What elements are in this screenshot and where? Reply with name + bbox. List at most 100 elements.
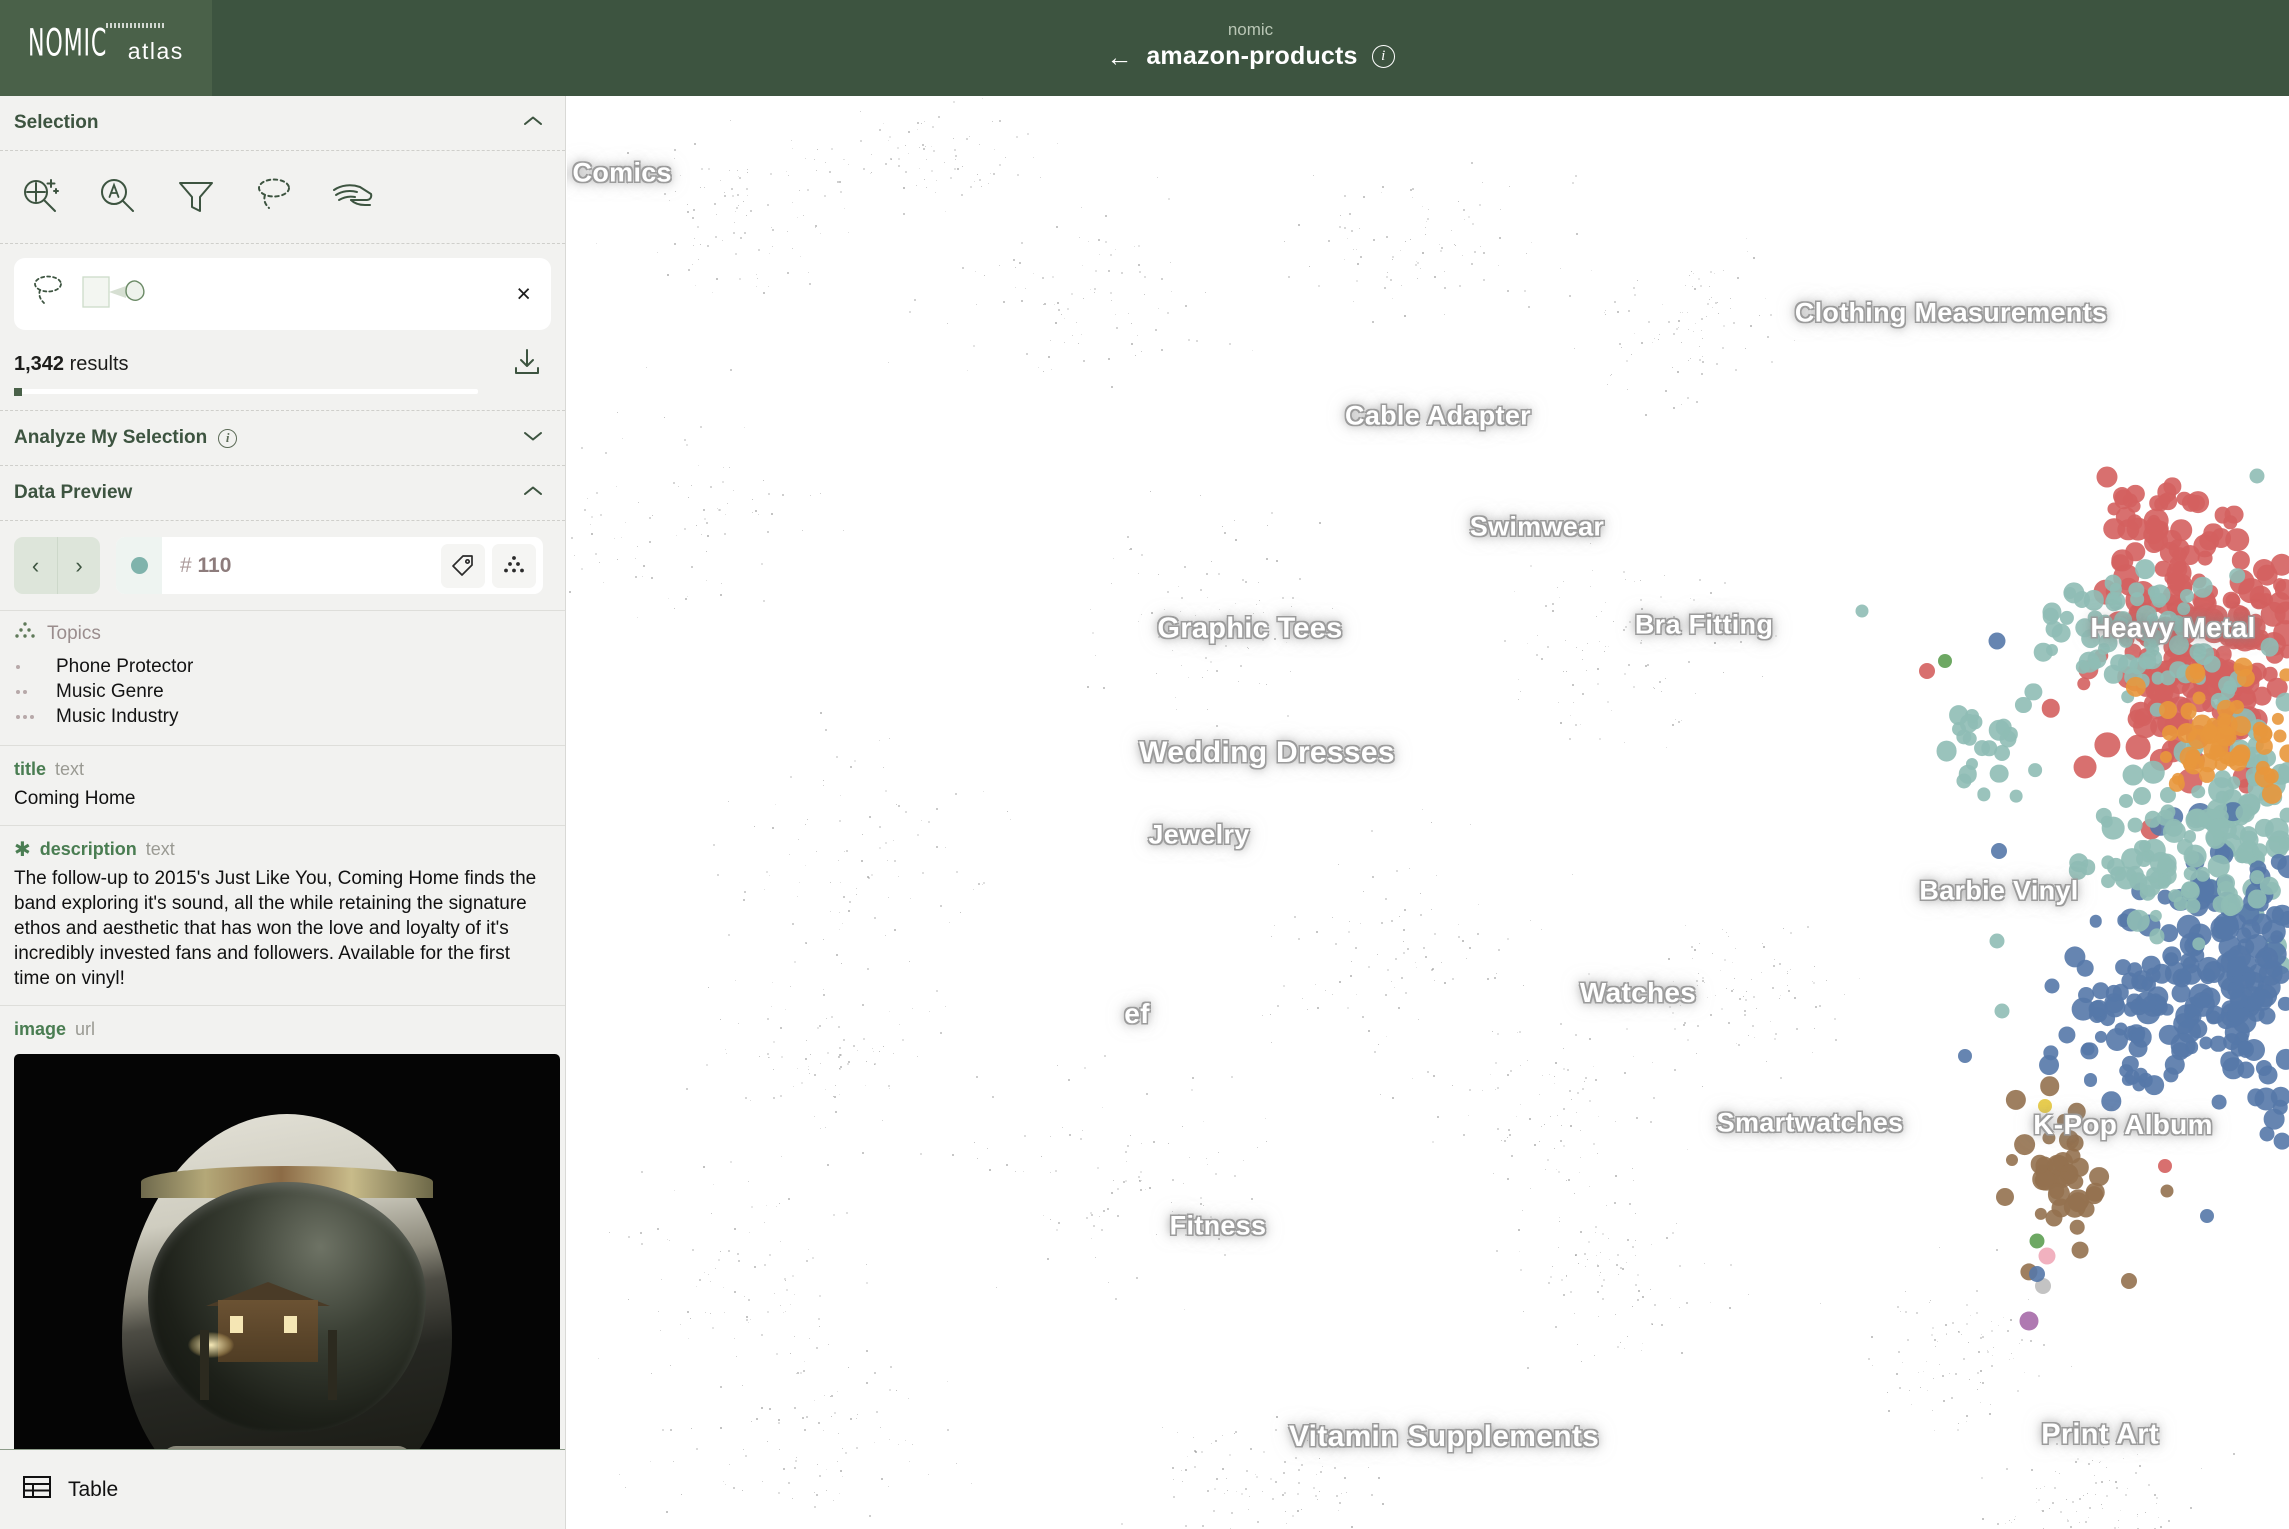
map-point[interactable]	[2069, 1219, 2085, 1235]
map-point[interactable]	[2252, 843, 2268, 859]
map-point[interactable]	[1958, 765, 1977, 784]
map-point[interactable]	[2160, 1184, 2174, 1198]
map-point[interactable]	[2192, 643, 2215, 666]
map-point[interactable]	[2279, 744, 2289, 762]
map-point[interactable]	[1989, 764, 2009, 784]
progress-knob[interactable]	[14, 388, 22, 396]
map-point[interactable]	[2216, 880, 2235, 899]
map-point[interactable]	[2096, 466, 2118, 488]
map-point[interactable]	[2006, 1089, 2027, 1111]
map-point[interactable]	[2114, 1022, 2128, 1036]
map-point[interactable]	[2177, 601, 2191, 616]
chevron-down-icon[interactable]	[523, 430, 543, 446]
map-point[interactable]	[2010, 789, 2023, 803]
map-point[interactable]	[2172, 968, 2192, 988]
map-point[interactable]	[2224, 505, 2244, 524]
map-point[interactable]	[2019, 1311, 2039, 1331]
zoom-select-tool-icon[interactable]	[14, 171, 66, 221]
tag-icon[interactable]	[441, 543, 485, 588]
map-point[interactable]	[2042, 608, 2060, 625]
map-point[interactable]	[2115, 959, 2132, 976]
map-point[interactable]	[2271, 966, 2289, 985]
map-point[interactable]	[2174, 618, 2193, 637]
map-point[interactable]	[2039, 1054, 2060, 1075]
map-point[interactable]	[2029, 1233, 2045, 1249]
map-point[interactable]	[2192, 691, 2206, 705]
map-point[interactable]	[2249, 468, 2265, 484]
nomic-atlas-logo[interactable]: NOMIC atlas	[0, 0, 212, 96]
topic-item[interactable]: Phone Protector	[14, 654, 543, 679]
map-point[interactable]	[2127, 817, 2143, 833]
map-point[interactable]	[1988, 632, 2006, 650]
map-point[interactable]	[2158, 1159, 2172, 1173]
map-point[interactable]	[2151, 592, 2167, 608]
map-point[interactable]	[2180, 702, 2197, 720]
map-point[interactable]	[2192, 576, 2214, 598]
map-point[interactable]	[2186, 490, 2209, 513]
map-point[interactable]	[1938, 654, 1952, 668]
map-point[interactable]	[2179, 588, 2195, 603]
map-point[interactable]	[2073, 755, 2097, 779]
map-point[interactable]	[2038, 1099, 2052, 1113]
map-point[interactable]	[2279, 667, 2289, 682]
map-point[interactable]	[2171, 1042, 2190, 1061]
map-point[interactable]	[2030, 1154, 2049, 1174]
map-point[interactable]	[2230, 992, 2248, 1009]
map-point[interactable]	[2259, 1126, 2275, 1142]
map-point[interactable]	[2083, 1072, 2098, 1087]
map-point[interactable]	[2042, 1131, 2056, 1145]
map-point[interactable]	[2229, 567, 2246, 584]
map-point[interactable]	[2119, 793, 2134, 808]
map-point[interactable]	[2197, 550, 2213, 566]
topic-item[interactable]: Music Genre	[14, 679, 543, 704]
map-point[interactable]	[2217, 714, 2239, 736]
analyze-info-icon[interactable]: i	[218, 428, 238, 448]
map-point[interactable]	[2215, 790, 2229, 804]
map-point[interactable]	[2101, 1091, 2121, 1111]
map-point[interactable]	[2208, 818, 2229, 839]
map-point[interactable]	[2065, 1148, 2081, 1164]
map-point[interactable]	[2208, 745, 2225, 762]
map-point[interactable]	[2158, 493, 2171, 507]
map-point[interactable]	[2101, 816, 2125, 840]
lasso-tool-icon[interactable]	[248, 171, 300, 221]
map-point[interactable]	[2045, 644, 2059, 657]
map-point[interactable]	[2254, 766, 2276, 788]
map-point[interactable]	[2275, 692, 2289, 712]
map-point[interactable]	[2038, 1247, 2056, 1265]
map-point[interactable]	[2181, 880, 2199, 899]
map-point[interactable]	[2260, 638, 2279, 657]
topics-icon[interactable]	[492, 543, 536, 588]
map-point[interactable]	[2273, 1132, 2289, 1150]
map-point[interactable]	[2135, 605, 2158, 627]
map-point[interactable]	[1989, 933, 2005, 949]
next-record-button[interactable]: ›	[57, 537, 100, 594]
topic-item[interactable]: Music Industry	[14, 704, 543, 729]
map-point[interactable]	[1991, 843, 2007, 859]
map-point[interactable]	[1965, 709, 1979, 723]
map-point[interactable]	[2097, 614, 2113, 630]
hand-pan-tool-icon[interactable]	[326, 171, 378, 221]
map-point[interactable]	[2268, 591, 2289, 615]
text-search-tool-icon[interactable]	[92, 171, 144, 221]
close-icon[interactable]: ×	[516, 281, 531, 307]
analyze-panel-header[interactable]: Analyze My Selection i	[0, 411, 565, 466]
map-point[interactable]	[2088, 1000, 2106, 1018]
map-point[interactable]	[2067, 1102, 2086, 1121]
map-point[interactable]	[2230, 700, 2245, 715]
map-point[interactable]	[2089, 915, 2103, 928]
map-point[interactable]	[1855, 604, 1869, 618]
map-point[interactable]	[2231, 551, 2251, 570]
selection-panel-header[interactable]: Selection	[0, 96, 565, 151]
map-point[interactable]	[2121, 1273, 2137, 1289]
map-point[interactable]	[2005, 1154, 2018, 1167]
map-point[interactable]	[2191, 785, 2205, 799]
data-preview-panel-header[interactable]: Data Preview	[0, 466, 565, 521]
map-point[interactable]	[2278, 996, 2289, 1012]
sidebar-scroll-area[interactable]: Selection × 1,342 results Analyze My Sel…	[0, 96, 565, 1449]
map-point[interactable]	[2235, 804, 2253, 822]
map-point[interactable]	[2040, 1076, 2060, 1096]
map-point[interactable]	[2135, 991, 2157, 1013]
map-point[interactable]	[2083, 590, 2104, 611]
previous-record-button[interactable]: ‹	[14, 537, 57, 594]
